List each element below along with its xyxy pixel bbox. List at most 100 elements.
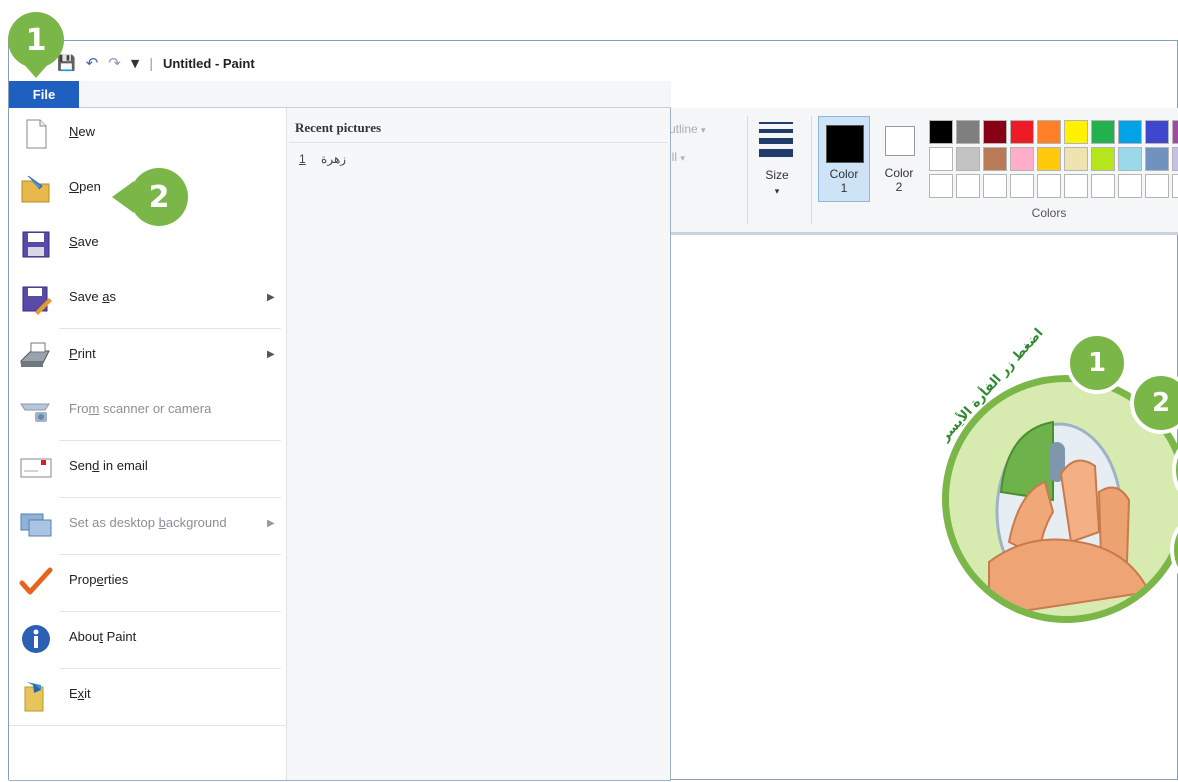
menu-item-label: Exit bbox=[69, 686, 91, 701]
color2-button[interactable]: Color 2 bbox=[876, 116, 922, 202]
menu-item-send-email[interactable]: Send in email bbox=[9, 442, 286, 494]
color-swatch[interactable] bbox=[956, 147, 980, 171]
redo-icon[interactable]: ↷ bbox=[108, 54, 121, 72]
menu-item-exit[interactable]: Exit bbox=[9, 670, 286, 722]
menu-item-label: From scanner or camera bbox=[69, 401, 212, 416]
color-swatch[interactable] bbox=[1145, 174, 1169, 198]
file-menu: New Open Save Save as ▶ Print ▶ From sca… bbox=[9, 108, 671, 781]
menu-separator bbox=[59, 497, 281, 498]
step-1-badge: 1 bbox=[8, 12, 64, 68]
color-swatch[interactable] bbox=[1010, 174, 1034, 198]
color-swatch[interactable] bbox=[956, 174, 980, 198]
color-swatch[interactable] bbox=[929, 174, 953, 198]
size-label: Size bbox=[765, 168, 789, 182]
menu-item-from-scanner[interactable]: From scanner or camera bbox=[9, 385, 286, 437]
mouse-step-1-badge: 1 bbox=[1066, 332, 1128, 394]
divider bbox=[747, 116, 748, 224]
save-icon[interactable]: 💾 bbox=[57, 54, 76, 72]
color-swatch[interactable] bbox=[1091, 174, 1115, 198]
color-swatch[interactable] bbox=[1010, 120, 1034, 144]
menu-item-label: Open bbox=[69, 179, 101, 194]
color-swatch[interactable] bbox=[1064, 174, 1088, 198]
color-swatch[interactable] bbox=[1145, 120, 1169, 144]
menu-separator bbox=[59, 668, 281, 669]
color-swatch[interactable] bbox=[1091, 120, 1115, 144]
menu-item-new[interactable]: New bbox=[9, 108, 286, 160]
menu-item-label: Set as desktop background bbox=[69, 515, 227, 530]
color-swatch[interactable] bbox=[1145, 147, 1169, 171]
fill-button[interactable]: ill ▾ bbox=[669, 150, 685, 164]
save-as-icon bbox=[22, 286, 52, 315]
menu-separator bbox=[59, 328, 281, 329]
color-swatch[interactable] bbox=[1172, 120, 1178, 144]
color2-swatch bbox=[885, 126, 915, 156]
menu-item-set-desktop-background[interactable]: Set as desktop background ▶ bbox=[9, 499, 286, 551]
printer-icon bbox=[20, 342, 50, 367]
menu-item-label: New bbox=[69, 124, 96, 139]
separator: | bbox=[149, 55, 153, 71]
color-swatch[interactable] bbox=[929, 147, 953, 171]
colors-group-label: Colors bbox=[1031, 206, 1067, 220]
outline-label: utline bbox=[669, 122, 698, 136]
undo-icon[interactable]: ↶ bbox=[86, 54, 99, 72]
color-palette bbox=[929, 120, 1178, 198]
color-swatch[interactable] bbox=[1118, 147, 1142, 171]
ribbon-tab-strip bbox=[79, 81, 671, 108]
color-swatch[interactable] bbox=[1064, 147, 1088, 171]
color-swatch[interactable] bbox=[983, 174, 1007, 198]
color-swatch[interactable] bbox=[1118, 174, 1142, 198]
divider bbox=[289, 142, 667, 143]
color-swatch[interactable] bbox=[956, 120, 980, 144]
color-swatch[interactable] bbox=[983, 147, 1007, 171]
window-title: Untitled - Paint bbox=[162, 55, 255, 71]
recent-item-name: زهرة bbox=[321, 152, 347, 166]
ribbon: utline ▾ ill ▾ Size ▾ Color 1 Color 2 Color… bbox=[669, 108, 1178, 235]
color-swatch[interactable] bbox=[1064, 120, 1088, 144]
quick-access-toolbar: 💾 ↶ ↷ ▼ | Untitled - Paint bbox=[57, 53, 255, 73]
scanner-icon bbox=[20, 403, 50, 422]
info-icon bbox=[22, 625, 50, 653]
color-swatch[interactable] bbox=[1172, 174, 1178, 198]
color-swatch[interactable] bbox=[1172, 147, 1178, 171]
color1-num: 1 bbox=[840, 181, 848, 195]
menu-item-label: Save as bbox=[69, 289, 116, 304]
menu-separator bbox=[9, 725, 286, 726]
menu-separator bbox=[59, 611, 281, 612]
menu-item-save-as[interactable]: Save as ▶ bbox=[9, 273, 286, 325]
outline-button[interactable]: utline ▾ bbox=[669, 122, 706, 136]
size-icon[interactable] bbox=[759, 122, 793, 162]
menu-item-about-paint[interactable]: About Paint bbox=[9, 613, 286, 665]
size-button[interactable]: Size ▾ bbox=[759, 168, 795, 199]
recent-pictures-header: Recent pictures bbox=[295, 120, 382, 135]
recent-item-number: 1 bbox=[299, 152, 306, 166]
open-folder-icon bbox=[21, 175, 50, 203]
menu-item-print[interactable]: Print ▶ bbox=[9, 330, 286, 382]
menu-item-label: Print bbox=[69, 346, 96, 361]
menu-item-save[interactable]: Save bbox=[9, 218, 286, 270]
new-file-icon bbox=[26, 119, 47, 149]
step-2-badge: 2 bbox=[130, 168, 188, 226]
menu-item-properties[interactable]: Properties bbox=[9, 556, 286, 608]
color-swatch[interactable] bbox=[1091, 147, 1115, 171]
customize-icon[interactable]: ▼ bbox=[131, 57, 139, 70]
menu-item-label: Send in email bbox=[69, 458, 148, 473]
email-icon bbox=[20, 458, 52, 478]
color-swatch[interactable] bbox=[1118, 120, 1142, 144]
menu-separator bbox=[59, 554, 281, 555]
menu-item-label: Properties bbox=[69, 572, 129, 587]
color-swatch[interactable] bbox=[1010, 147, 1034, 171]
submenu-arrow-icon: ▶ bbox=[267, 518, 275, 529]
color1-label: Color bbox=[829, 167, 859, 181]
file-tab[interactable]: File bbox=[9, 81, 79, 108]
color-swatch[interactable] bbox=[1037, 120, 1061, 144]
menu-item-label: About Paint bbox=[69, 629, 137, 644]
color1-button[interactable]: Color 1 bbox=[818, 116, 870, 202]
color-swatch[interactable] bbox=[1037, 147, 1061, 171]
recent-item[interactable]: 1 زهرة bbox=[299, 152, 346, 166]
color-swatch[interactable] bbox=[1037, 174, 1061, 198]
submenu-arrow-icon: ▶ bbox=[267, 292, 275, 303]
desktop-icon bbox=[20, 513, 52, 537]
color-swatch[interactable] bbox=[983, 120, 1007, 144]
color-swatch[interactable] bbox=[929, 120, 953, 144]
submenu-arrow-icon: ▶ bbox=[267, 349, 275, 360]
